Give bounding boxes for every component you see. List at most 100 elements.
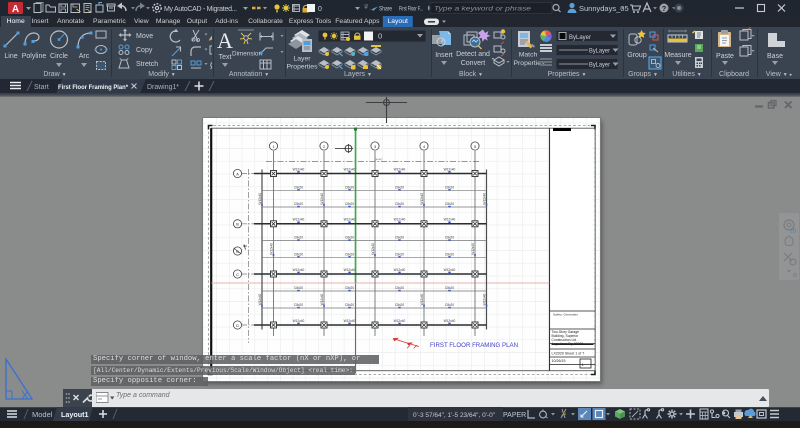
svg-text:W12x40: W12x40: [482, 293, 486, 305]
svg-text:Layout1: Layout1: [61, 410, 89, 419]
svg-text:Layer: Layer: [293, 56, 311, 63]
svg-text:5: 5: [474, 145, 476, 149]
svg-text:W12x40: W12x40: [269, 243, 273, 255]
svg-text:Group: Group: [627, 52, 647, 59]
svg-text:C8x20: C8x20: [345, 303, 354, 307]
svg-text:Insert: Insert: [435, 52, 453, 59]
svg-text:W12x40: W12x40: [394, 268, 406, 272]
svg-text:A: A: [236, 172, 239, 176]
svg-text:C8x20: C8x20: [445, 202, 454, 206]
svg-text:LX2020 Sheet 1 of 7: LX2020 Sheet 1 of 7: [552, 352, 585, 356]
svg-text:Sunnydays_05: Sunnydays_05: [579, 4, 629, 13]
svg-text:W12x40: W12x40: [444, 167, 456, 171]
svg-text:W12x40: W12x40: [371, 243, 375, 255]
svg-text:W12x40: W12x40: [293, 268, 305, 272]
svg-text:W12x40: W12x40: [344, 167, 356, 171]
svg-text:W12x40: W12x40: [444, 268, 456, 272]
svg-text:Paste: Paste: [716, 53, 734, 60]
svg-text:My AutoCAD - Migrated...: My AutoCAD - Migrated...: [164, 6, 237, 13]
svg-text:ByLayer: ByLayer: [569, 34, 592, 41]
svg-text:C8x20: C8x20: [395, 202, 404, 206]
svg-text:W12x40: W12x40: [444, 319, 456, 323]
svg-text:C8x20: C8x20: [345, 186, 354, 190]
svg-text:Arc: Arc: [79, 53, 90, 60]
svg-text:W12x40: W12x40: [293, 319, 305, 323]
svg-text:Stretch: Stretch: [136, 61, 158, 68]
svg-text:C8x20: C8x20: [445, 236, 454, 240]
svg-text:0'-3 57/64", 1'-5 23/64", 0'-0: 0'-3 57/64", 1'-5 23/64", 0'-0": [413, 412, 495, 419]
svg-text:W12x40: W12x40: [344, 319, 356, 323]
svg-text:PAPER: PAPER: [503, 412, 526, 419]
svg-text:Type a keyword or phrase: Type a keyword or phrase: [434, 6, 531, 13]
svg-text:C8x20: C8x20: [345, 253, 354, 257]
svg-text:W12x40: W12x40: [258, 293, 262, 305]
svg-text:A: A: [12, 4, 19, 15]
svg-text:C8x20: C8x20: [445, 186, 454, 190]
svg-text:Model: Model: [32, 410, 53, 419]
svg-text:ByLayer: ByLayer: [589, 48, 611, 55]
svg-text:C8x20: C8x20: [395, 303, 404, 307]
svg-text:W12x40: W12x40: [258, 193, 262, 205]
svg-text:C8x20: C8x20: [294, 303, 303, 307]
svg-text:C8x20: C8x20: [345, 286, 354, 290]
svg-text:C8x20: C8x20: [345, 236, 354, 240]
svg-text:Detect and: Detect and: [456, 51, 490, 58]
svg-text:C8x20: C8x20: [294, 286, 303, 290]
svg-text:C: C: [236, 273, 239, 277]
svg-text:0: 0: [318, 6, 322, 13]
svg-text:W12x40: W12x40: [471, 243, 475, 255]
svg-text:?: ?: [662, 6, 666, 13]
svg-text:C8x20: C8x20: [294, 253, 303, 257]
svg-text:C8x20: C8x20: [395, 236, 404, 240]
svg-text:Measure: Measure: [664, 52, 691, 59]
svg-text:W12x40: W12x40: [293, 167, 305, 171]
svg-text:Base: Base: [767, 53, 783, 60]
svg-text:Safety: Generates: Safety: Generates: [553, 313, 578, 317]
svg-text:W12x40: W12x40: [394, 319, 406, 323]
svg-text:C8x20: C8x20: [395, 286, 404, 290]
svg-text:W12x40: W12x40: [394, 218, 406, 222]
svg-text:4: 4: [423, 145, 425, 149]
svg-text:Drawing1*: Drawing1*: [147, 84, 179, 91]
svg-text:W12x40: W12x40: [394, 167, 406, 171]
svg-text:C8x20: C8x20: [445, 286, 454, 290]
svg-text:A: A: [217, 28, 233, 53]
svg-text:W12x40: W12x40: [482, 193, 486, 205]
svg-text:C8x20: C8x20: [395, 253, 404, 257]
svg-text:W12x40: W12x40: [293, 218, 305, 222]
svg-text:2: 2: [323, 145, 325, 149]
svg-text:Line: Line: [4, 53, 17, 60]
svg-text:W12x40: W12x40: [344, 268, 356, 272]
svg-text:Start: Start: [34, 84, 49, 91]
svg-text:W12x40: W12x40: [320, 193, 324, 205]
svg-text:W12x40: W12x40: [344, 218, 356, 222]
svg-text:W12x40: W12x40: [320, 293, 324, 305]
svg-text:ByLayer: ByLayer: [589, 62, 611, 69]
svg-text:Match: Match: [519, 52, 538, 59]
svg-text:Share: Share: [379, 6, 392, 13]
svg-text:First Floor F...: First Floor F...: [399, 6, 423, 13]
svg-text:D: D: [236, 324, 239, 328]
svg-text:C8x20: C8x20: [445, 253, 454, 257]
svg-text:Convert: Convert: [461, 60, 486, 67]
svg-text:First Floor Framing Plan*: First Floor Framing Plan*: [58, 84, 128, 91]
svg-text:C8x20: C8x20: [445, 303, 454, 307]
svg-text:C8x20: C8x20: [294, 202, 303, 206]
svg-text:C8x20: C8x20: [345, 202, 354, 206]
svg-text:Polyline: Polyline: [22, 53, 47, 60]
svg-text:10/26/15: 10/26/15: [552, 359, 566, 363]
svg-text:W12x40: W12x40: [420, 193, 424, 205]
svg-text:C8x20: C8x20: [395, 186, 404, 190]
svg-text:C8x20: C8x20: [294, 236, 303, 240]
svg-text:C8x20: C8x20: [294, 186, 303, 190]
svg-text:Dimension: Dimension: [232, 51, 262, 58]
svg-text:1: 1: [272, 145, 274, 149]
svg-text:FIRST FLOOR FRAMING PLAN: FIRST FLOOR FRAMING PLAN: [430, 342, 518, 349]
svg-text:W12x40: W12x40: [420, 293, 424, 305]
svg-text:0: 0: [378, 32, 382, 41]
svg-text:Move: Move: [136, 33, 153, 40]
svg-text:W12x40: W12x40: [444, 218, 456, 222]
svg-text:Copy: Copy: [136, 47, 153, 54]
svg-text:Properties: Properties: [287, 64, 319, 71]
svg-text:B: B: [236, 223, 239, 227]
